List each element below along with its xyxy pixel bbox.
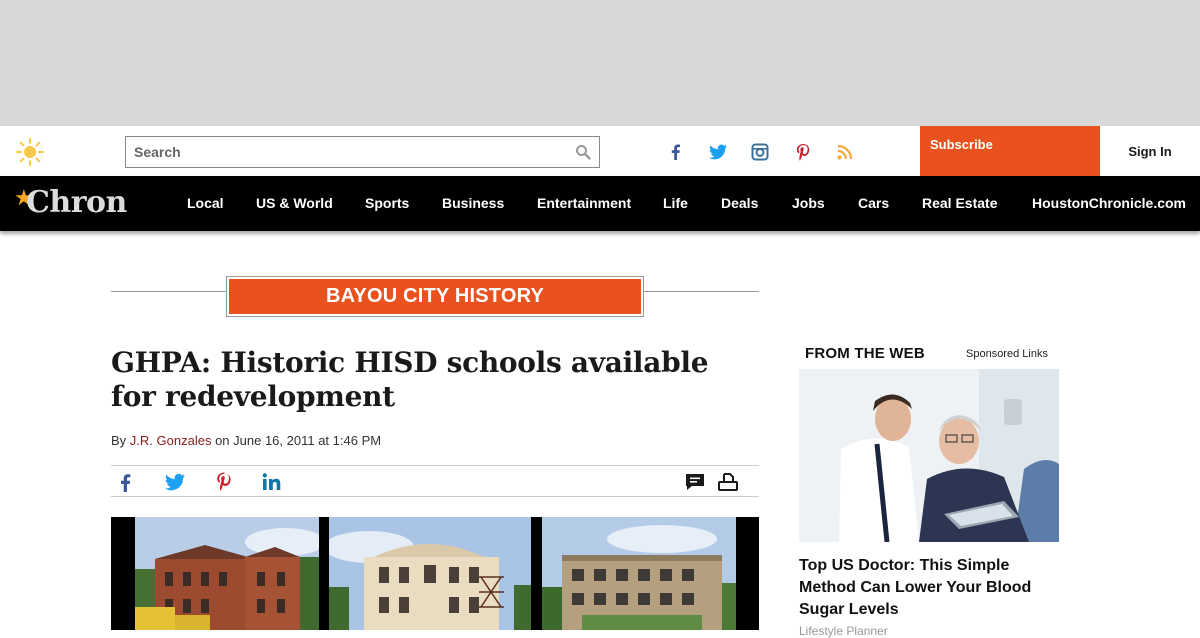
sponsored-doctor-photo[interactable] xyxy=(799,369,1059,542)
nav-item-sports[interactable]: Sports xyxy=(365,176,409,231)
comment-icon[interactable] xyxy=(683,471,707,493)
nav-item-life[interactable]: Life xyxy=(663,176,688,231)
subscribe-button[interactable]: Subscribe xyxy=(920,126,1100,176)
share-bar xyxy=(111,465,759,497)
chron-logo[interactable]: ★ Chron xyxy=(14,185,156,222)
facebook-icon[interactable] xyxy=(666,142,686,162)
nav-item-cars[interactable]: Cars xyxy=(858,176,889,231)
nav-item-business[interactable]: Business xyxy=(442,176,504,231)
from-the-web-title: FROM THE WEB xyxy=(805,345,925,362)
nav-item-entertainment[interactable]: Entertainment xyxy=(537,176,631,231)
search-input[interactable] xyxy=(126,137,556,167)
gallery-photo-stucco-school[interactable] xyxy=(329,517,531,630)
weather-sun-icon[interactable] xyxy=(16,138,44,166)
section-label-text: BAYOU CITY HISTORY xyxy=(229,279,641,314)
sponsored-links-label[interactable]: Sponsored Links xyxy=(966,348,1048,360)
author-link[interactable]: J.R. Gonzales xyxy=(130,433,212,448)
article-headline: GHPA: Historic HISD schools available fo… xyxy=(111,346,709,413)
sign-in-link[interactable]: Sign In xyxy=(1100,126,1200,176)
gallery-photo-tan-brick-school[interactable] xyxy=(542,517,736,630)
nav-item-deals[interactable]: Deals xyxy=(721,176,758,231)
instagram-icon[interactable] xyxy=(750,142,770,162)
gallery-photo-red-brick-school[interactable] xyxy=(135,517,319,630)
top-ad-banner xyxy=(0,0,1200,126)
twitter-icon[interactable] xyxy=(708,142,728,162)
nav-item-jobs[interactable]: Jobs xyxy=(792,176,825,231)
section-label[interactable]: BAYOU CITY HISTORY xyxy=(226,276,644,317)
twitter-icon[interactable] xyxy=(163,471,187,493)
utility-bar: Subscribe Sign In xyxy=(0,126,1200,176)
search-box xyxy=(125,136,600,168)
byline-date: on June 16, 2011 at 1:46 PM xyxy=(215,433,382,448)
sponsored-source: Lifestyle Planner xyxy=(799,624,888,638)
nav-item-local[interactable]: Local xyxy=(187,176,224,231)
facebook-icon[interactable] xyxy=(114,471,138,493)
rss-icon[interactable] xyxy=(835,142,855,162)
pinterest-icon[interactable] xyxy=(793,142,813,162)
search-icon[interactable] xyxy=(575,144,591,160)
nav-item-houstonchronicle[interactable]: HoustonChronicle.com xyxy=(1032,176,1186,231)
byline-prefix: By xyxy=(111,433,127,448)
main-navigation: ★ Chron Local US & World Sports Business… xyxy=(0,176,1200,231)
print-icon[interactable] xyxy=(716,471,740,493)
sponsored-headline-link[interactable]: Top US Doctor: This Simple Method Can Lo… xyxy=(799,555,1059,621)
nav-item-real-estate[interactable]: Real Estate xyxy=(922,176,997,231)
linkedin-icon[interactable] xyxy=(260,471,284,493)
nav-item-us-world[interactable]: US & World xyxy=(256,176,333,231)
logo-wordmark: Chron xyxy=(26,185,127,220)
pinterest-icon[interactable] xyxy=(212,471,236,493)
photo-gallery[interactable] xyxy=(111,517,759,630)
byline: By J.R. Gonzales on June 16, 2011 at 1:4… xyxy=(111,433,381,448)
